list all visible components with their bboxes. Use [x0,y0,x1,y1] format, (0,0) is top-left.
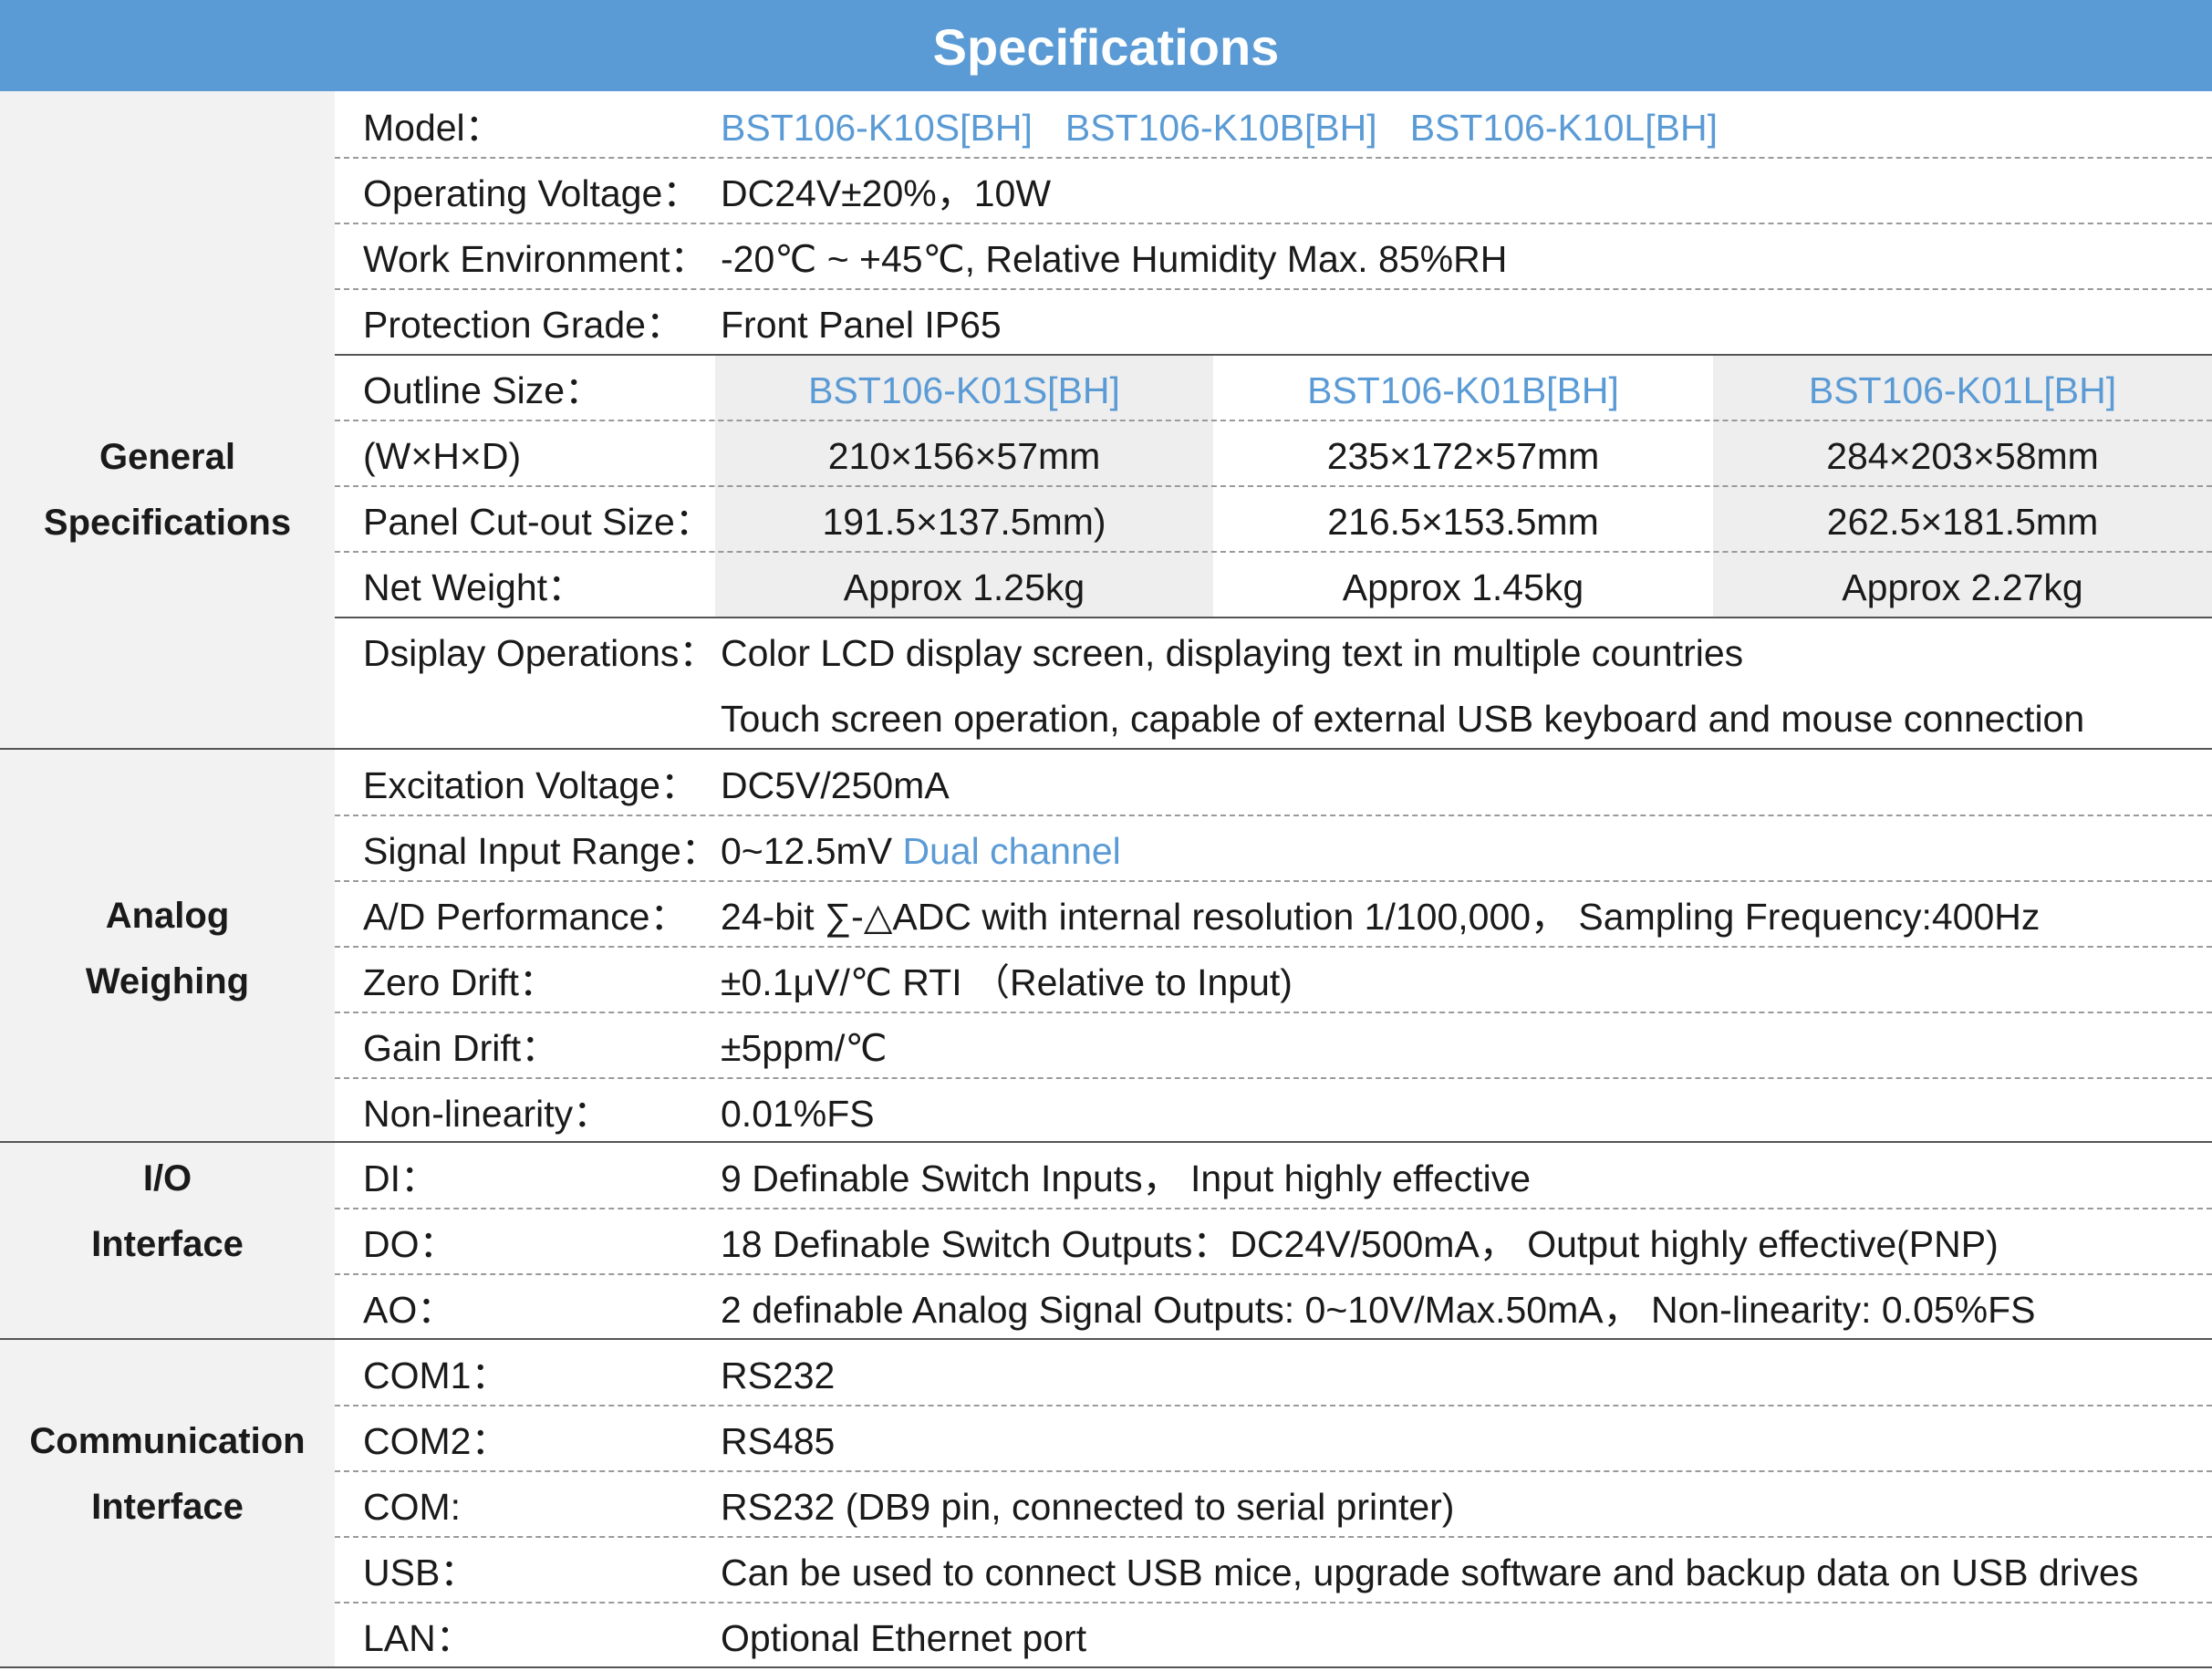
protection-label: Protection Grade： [363,304,683,346]
display-value-line1: Color LCD display screen, displaying tex… [721,632,1744,674]
signal-range: 0~12.5mV [721,830,893,872]
weight-col-1: Approx 1.25kg [843,566,1085,608]
com2-label: COM2： [363,1420,509,1462]
outline-col-2: BST106-K01B[BH] [1307,369,1619,411]
cutout-col-3: 262.5×181.5mm [1826,501,2099,543]
signal-value: 0~12.5mV Dual channel [721,818,1121,884]
cutout-label: Panel Cut-out Size： [363,501,712,543]
com-value: RS232 (DB9 pin, connected to serial prin… [721,1486,1455,1528]
signal-label: Signal Input Range： [363,830,719,872]
do-value: 18 Definable Switch Outputs：DC24V/500mA，… [721,1223,1999,1265]
weight-col-3: Approx 2.27kg [1842,566,2083,608]
model-label: Model： [363,107,503,149]
ao-label: AO： [363,1289,455,1331]
model-values: BST106-K10S[BH] BST106-K10B[BH] BST106-K10… [721,95,1750,161]
environment-value: -20℃ ~ +45℃, Relative Humidity Max. 85%R… [721,238,1508,280]
lan-value: Optional Ethernet port [721,1617,1087,1659]
nonlinearity-value: 0.01%FS [721,1093,875,1135]
di-value: 9 Definable Switch Inputs， Input highly … [721,1157,1532,1199]
section-label-comm: Communication Interface [29,1421,306,1527]
weight-col-2: Approx 1.45kg [1342,566,1584,608]
dimensions-col-1: 210×156×57mm [827,435,1101,477]
usb-value: Can be used to connect USB mice, upgrade… [721,1552,2139,1593]
protection-value: Front Panel IP65 [721,304,1002,346]
page-title: Specifications [0,0,2212,91]
ao-value: 2 definable Analog Signal Outputs: 0~10V… [721,1289,2036,1331]
outline-col-3: BST106-K01L[BH] [1808,369,2117,411]
dimensions-col-3: 284×203×58mm [1826,435,2099,477]
excitation-value: DC5V/250mA [721,764,950,806]
com1-label: COM1： [363,1354,509,1396]
dimensions-col-2: 235×172×57mm [1326,435,1600,477]
do-label: DO： [363,1223,457,1265]
model-value-l: BST106-K10L[BH] [1409,107,1718,149]
signal-channel-note: Dual channel [902,830,1121,872]
cutout-col-2: 216.5×153.5mm [1327,501,1599,543]
voltage-value: DC24V±20%，10W [721,172,1052,214]
cutout-col-1: 191.5×137.5mm) [822,501,1106,543]
com-label: COM: [363,1486,462,1528]
model-value-b: BST106-K10B[BH] [1064,107,1377,149]
com1-value: RS232 [721,1354,836,1396]
display-value-line2: Touch screen operation, capable of exter… [721,698,2085,740]
excitation-label: Excitation Voltage： [363,764,698,806]
weight-label: Net Weight： [363,566,586,608]
model-value-s: BST106-K10S[BH] [721,107,1033,149]
zero-drift-value: ±0.1μV/℃ RTI （Relative to Input) [721,961,1293,1003]
display-label: Dsiplay Operations： [363,632,717,674]
zero-drift-label: Zero Drift： [363,961,556,1003]
outline-col-1: BST106-K01S[BH] [808,369,1120,411]
section-bg-general [0,91,335,749]
nonlinearity-label: Non-linearity： [363,1093,611,1135]
usb-label: USB： [363,1552,478,1593]
row-divider [335,1405,2212,1406]
section-label-analog: Analog Weighing [85,896,250,1002]
ad-label: A/D Performance： [363,896,688,938]
section-label-io: I/O Interface [91,1158,244,1264]
row-divider [335,1077,2212,1079]
dimensions-label: (W×H×D) [363,435,522,477]
row-divider [335,1470,2212,1472]
environment-label: Work Environment： [363,238,708,280]
lan-label: LAN： [363,1617,473,1659]
outline-label: Outline Size： [363,369,603,411]
com2-value: RS485 [721,1420,836,1462]
gain-drift-value: ±5ppm/℃ [721,1027,888,1069]
ad-value: 24-bit ∑-△ADC with internal resolution 1… [721,896,2041,938]
section-divider [0,1141,2212,1143]
di-label: DI： [363,1157,438,1199]
voltage-label: Operating Voltage： [363,172,701,214]
section-label-general: General Specifications [43,437,292,543]
gain-drift-label: Gain Drift： [363,1027,559,1069]
